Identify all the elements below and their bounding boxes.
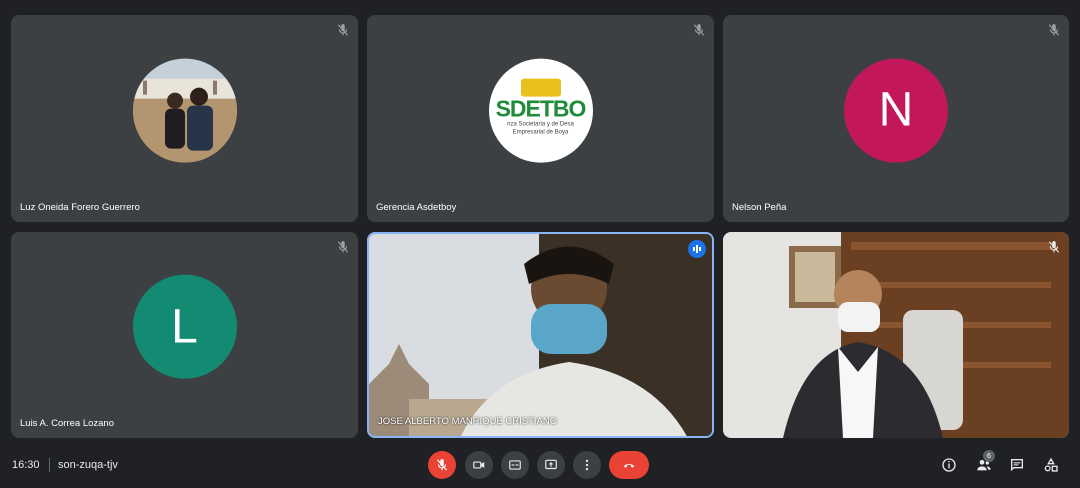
participant-tile-luz[interactable]: Luz Oneida Forero Guerrero	[11, 15, 358, 222]
logo-text: SDETBO	[495, 95, 587, 122]
meeting-time: 16:30	[12, 459, 40, 471]
mic-off-icon	[1048, 24, 1060, 36]
camera-toggle-button[interactable]	[465, 451, 493, 479]
chat-icon	[1011, 459, 1023, 472]
mic-off-icon	[337, 24, 349, 36]
participant-logo-avatar: SDETBO nza Societaria y de Desa Empresar…	[488, 58, 593, 163]
present-icon	[545, 459, 557, 470]
captions-icon	[509, 460, 521, 470]
participant-tile-video[interactable]	[723, 232, 1069, 438]
mic-off-icon	[337, 241, 349, 253]
more-vert-icon	[585, 459, 589, 471]
logo-subtitle-2: Empresarial de Boya	[512, 129, 569, 136]
meeting-code: son-zuqa-tjv	[58, 459, 118, 471]
more-options-button[interactable]	[573, 451, 601, 479]
video-feed	[723, 232, 1069, 438]
leave-call-button[interactable]	[609, 451, 649, 479]
info-icon	[942, 458, 956, 472]
participant-tile-luis[interactable]: L Luis A. Correa Lozano	[11, 232, 358, 438]
participant-tile-gerencia[interactable]: SDETBO nza Societaria y de Desa Empresar…	[367, 15, 714, 222]
participant-name: Luis A. Correa Lozano	[20, 418, 115, 429]
activities-button[interactable]	[1042, 456, 1060, 474]
participants-count-badge: 6	[983, 450, 995, 462]
participant-tile-jose-video[interactable]: JOSE ALBERTO MANRIQUE CRISTIANO	[367, 232, 714, 438]
mic-off-icon	[1048, 241, 1060, 253]
captions-button[interactable]	[501, 451, 529, 479]
mic-toggle-button[interactable]	[428, 451, 456, 479]
participant-name: Luz Oneida Forero Guerrero	[20, 202, 140, 213]
participant-letter-avatar: L	[132, 274, 237, 379]
speaking-indicator-icon	[688, 240, 706, 258]
bottom-control-bar: 16:30 son-zuqa-tjv 6	[0, 442, 1080, 488]
participant-tile-nelson[interactable]: N Nelson Peña	[723, 15, 1069, 222]
participants-button[interactable]: 6	[975, 450, 995, 474]
participant-name: Gerencia Asdetboy	[376, 202, 457, 213]
hang-up-icon	[623, 463, 635, 468]
participant-photo-avatar	[132, 58, 237, 163]
participant-name: JOSE ALBERTO MANRIQUE CRISTIANO	[378, 416, 558, 427]
activities-icon	[1044, 457, 1058, 472]
logo-graphic	[520, 78, 561, 97]
participant-letter-avatar: N	[844, 58, 948, 163]
participant-name: Nelson Peña	[732, 202, 787, 213]
mic-off-icon	[693, 24, 705, 36]
mic-off-icon	[436, 459, 448, 471]
logo-subtitle-1: nza Societaria y de Desa	[507, 121, 574, 128]
divider	[49, 458, 50, 472]
camera-icon	[473, 461, 485, 469]
photo-people-icon	[132, 58, 237, 163]
chat-button[interactable]	[1008, 456, 1026, 474]
video-feed	[369, 234, 712, 436]
meeting-details-button[interactable]	[940, 456, 958, 474]
present-screen-button[interactable]	[537, 451, 565, 479]
